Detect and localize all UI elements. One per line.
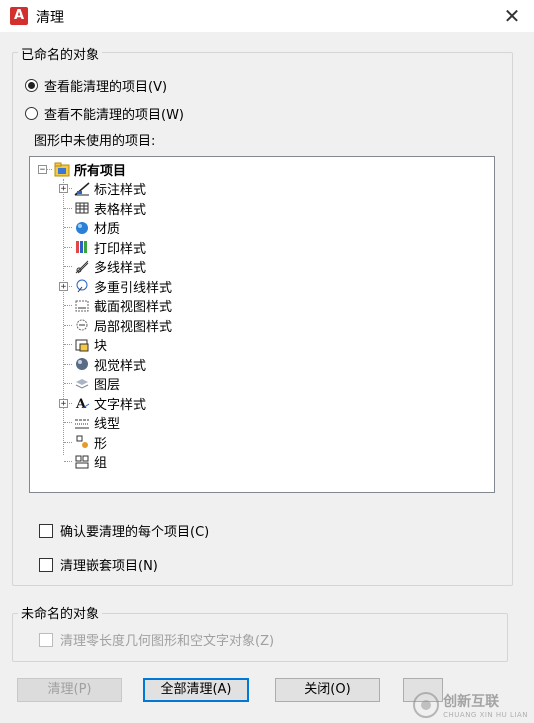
tree-guide-line: [64, 383, 72, 384]
group-icon: [74, 454, 90, 470]
purge-button[interactable]: 清理(P): [17, 678, 122, 702]
tree-root-item[interactable]: 所有项目: [54, 160, 126, 179]
collapse-toggle-icon[interactable]: −: [38, 165, 47, 175]
checkbox-box[interactable]: [39, 523, 53, 538]
expand-toggle-icon[interactable]: +: [59, 398, 68, 408]
tree-item[interactable]: A 文字样式: [74, 394, 146, 413]
tree-guide-line: [64, 266, 72, 267]
tree-item-label: 组: [94, 456, 108, 471]
window-title: 清理: [36, 10, 64, 26]
named-objects-label: 已命名的对象: [18, 44, 103, 63]
confirm-each-checkbox[interactable]: 确认要清理的每个项目(C): [39, 521, 209, 540]
detail-view-style-icon: [74, 317, 90, 333]
watermark-name: 创新互联: [443, 694, 500, 710]
tree-guide-line: [64, 461, 72, 462]
tree-item[interactable]: 打印样式: [74, 238, 146, 257]
tree-item[interactable]: 块: [74, 335, 107, 354]
tree-guide-line: [64, 207, 72, 209]
multileader-style-icon: [74, 278, 90, 294]
view-purgeable-label: 查看能清理的项目(V): [44, 80, 168, 95]
tree-item[interactable]: 材质: [74, 218, 120, 237]
tree-item-label: 截面视图样式: [94, 300, 173, 315]
watermark: 创新互联 CHUANG XIN HU LIAN: [413, 691, 528, 719]
checkbox-box[interactable]: [39, 557, 53, 572]
view-purgeable-radio[interactable]: 查看能清理的项目(V): [25, 76, 167, 95]
tree-guide-line: [64, 324, 72, 326]
tree-item[interactable]: 图层: [74, 374, 120, 393]
tree-item-label: 打印样式: [94, 241, 147, 257]
tree-item-label: 局部视图样式: [94, 319, 173, 335]
purge-zero-length-label: 清理零长度几何图形和空文字对象(Z): [60, 634, 275, 649]
tree-item[interactable]: 组: [74, 452, 107, 471]
radio-button-unchecked[interactable]: [25, 107, 38, 120]
tree-item-label: 图层: [94, 378, 121, 393]
close-icon[interactable]: ✕: [498, 2, 526, 30]
watermark-logo-icon: [413, 692, 440, 718]
tree-item[interactable]: 局部视图样式: [74, 316, 172, 335]
tree-item[interactable]: 形: [74, 433, 107, 452]
tree-item-label: 多线样式: [94, 261, 147, 276]
table-style-icon: [74, 200, 90, 216]
multiline-style-icon: [74, 259, 90, 275]
purge-all-button[interactable]: 全部清理(A): [143, 678, 249, 702]
unused-items-tree[interactable]: − 所有项目 + 标注样式表格样式材质打印样式多线样式 + 多重引线样式 截面视图样式局…: [29, 156, 495, 493]
tree-guide-line: [64, 344, 72, 345]
tree-item[interactable]: 多重引线样式: [74, 277, 172, 296]
tree-guide-line: [64, 246, 72, 248]
tree-item-label: 形: [94, 436, 108, 452]
confirm-each-label: 确认要清理的每个项目(C): [60, 525, 210, 540]
dimension-style-icon: [74, 181, 90, 197]
tree-item-label: 多重引线样式: [94, 280, 173, 296]
tree-item[interactable]: 线型: [74, 413, 120, 432]
tree-item-label: 线型: [94, 417, 121, 432]
purge-nested-label: 清理嵌套项目(N): [60, 559, 158, 574]
layer-icon: [74, 376, 90, 392]
tree-guide-line: [47, 169, 52, 170]
tree-item-label: 表格样式: [94, 202, 147, 218]
tree-item[interactable]: 表格样式: [74, 199, 146, 218]
tree-item-label: 文字样式: [94, 397, 147, 413]
tree-item-label: 标注样式: [94, 183, 147, 198]
tree-item-label: 材质: [94, 222, 121, 237]
material-icon: [74, 220, 90, 236]
tree-item-label: 块: [94, 339, 108, 354]
tree-item-label: 视觉样式: [94, 358, 147, 374]
svg-text:A: A: [75, 397, 87, 411]
view-nonpurgeable-label: 查看不能清理的项目(W): [44, 108, 184, 123]
shape-icon: [74, 434, 90, 450]
tree-item[interactable]: 标注样式: [74, 179, 146, 198]
plot-style-icon: [74, 239, 90, 255]
radio-button-checked[interactable]: [25, 79, 38, 92]
block-icon: [74, 337, 90, 353]
tree-guide-line: [64, 422, 72, 423]
tree-caption: 图形中未使用的项目:: [34, 134, 156, 149]
tree-guide-line: [63, 179, 64, 455]
tree-item[interactable]: 视觉样式: [74, 355, 146, 374]
tree-item[interactable]: 多线样式: [74, 257, 146, 276]
autocad-logo-icon: A: [10, 7, 28, 25]
tree-guide-line: [64, 305, 72, 306]
tree-guide-line: [64, 363, 72, 365]
all-items-icon: [54, 162, 70, 178]
watermark-sub: CHUANG XIN HU LIAN: [443, 711, 528, 719]
section-view-style-icon: [74, 298, 90, 314]
text-style-icon: A: [74, 395, 90, 412]
visual-style-icon: [74, 356, 90, 372]
purge-zero-length-checkbox[interactable]: 清理零长度几何图形和空文字对象(Z): [39, 630, 274, 649]
expand-toggle-icon[interactable]: +: [59, 184, 68, 194]
tree-guide-line: [64, 227, 72, 228]
expand-toggle-icon[interactable]: +: [59, 281, 68, 291]
checkbox-box[interactable]: [39, 632, 53, 647]
purge-nested-checkbox[interactable]: 清理嵌套项目(N): [39, 555, 158, 574]
tree-root-label: 所有项目: [74, 164, 127, 179]
tree-guide-line: [64, 441, 72, 443]
view-nonpurgeable-radio[interactable]: 查看不能清理的项目(W): [25, 104, 184, 123]
unnamed-objects-label: 未命名的对象: [18, 603, 103, 622]
linetype-icon: [74, 415, 90, 431]
close-button[interactable]: 关闭(O): [275, 678, 380, 702]
title-bar: A 清理 ✕: [0, 0, 534, 32]
tree-item[interactable]: 截面视图样式: [74, 296, 172, 315]
